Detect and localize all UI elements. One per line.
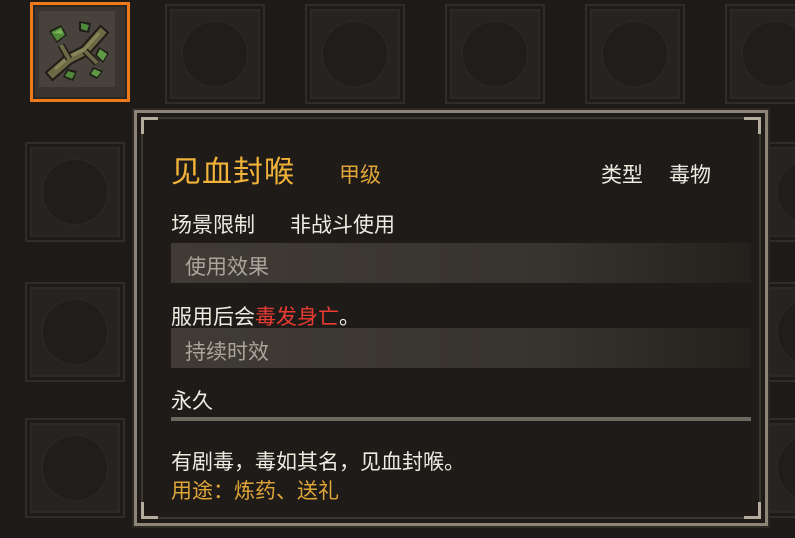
poison-herb-icon: [39, 11, 115, 87]
effect-text-after: 。: [339, 305, 360, 329]
slot-well: [321, 20, 389, 88]
slot-well: [41, 298, 109, 366]
effect-text: 服用后会毒发身亡。: [171, 301, 360, 331]
type-value: 毒物: [669, 163, 711, 187]
slot-well: [601, 20, 669, 88]
frame-corner: [141, 502, 158, 519]
inventory-slot[interactable]: [585, 4, 685, 104]
item-tooltip: 见血封喉 甲级 类型 毒物 场景限制 非战斗使用 使用效果 服用后会毒发身亡。 …: [134, 110, 768, 526]
inventory-slot[interactable]: [305, 4, 405, 104]
effect-text-before: 服用后会: [171, 305, 255, 329]
slot-well: [461, 20, 529, 88]
item-grade: 甲级: [339, 163, 381, 187]
slot-well: [741, 20, 795, 88]
scene-restriction-label: 场景限制: [171, 213, 255, 237]
slot-well: [41, 158, 109, 226]
inventory-slot[interactable]: [25, 418, 125, 518]
inventory-slot[interactable]: [25, 282, 125, 382]
effect-section-header: 使用效果: [171, 243, 751, 283]
item-description: 有剧毒，毒如其名，见血封喉。: [171, 450, 465, 474]
slot-well: [41, 434, 109, 502]
inventory-slot[interactable]: [445, 4, 545, 104]
inventory-slot-selected[interactable]: [30, 2, 130, 102]
duration-value: 永久: [171, 389, 213, 413]
poison-herb-icon-graphic: [39, 11, 115, 87]
inventory-slot[interactable]: [725, 4, 795, 104]
slot-well: [181, 20, 249, 88]
slot-well: [776, 434, 795, 502]
type-label: 类型: [601, 163, 643, 187]
effect-header-label: 使用效果: [185, 255, 269, 279]
frame-corner: [744, 502, 761, 519]
duration-section-header: 持续时效: [171, 328, 751, 368]
item-usage: 用途：炼药、送礼: [171, 479, 339, 503]
game-screen: 见血封喉 甲级 类型 毒物 场景限制 非战斗使用 使用效果 服用后会毒发身亡。 …: [0, 0, 795, 538]
effect-text-highlight: 毒发身亡: [255, 305, 339, 329]
scene-restriction-value: 非战斗使用: [290, 213, 395, 237]
inventory-slot[interactable]: [165, 4, 265, 104]
divider: [171, 417, 751, 421]
item-name: 见血封喉: [171, 155, 295, 190]
frame-corner: [744, 117, 761, 134]
slot-well: [776, 158, 795, 226]
inventory-slot[interactable]: [25, 142, 125, 242]
duration-header-label: 持续时效: [185, 340, 269, 364]
frame-corner: [141, 117, 158, 134]
slot-well: [776, 298, 795, 366]
